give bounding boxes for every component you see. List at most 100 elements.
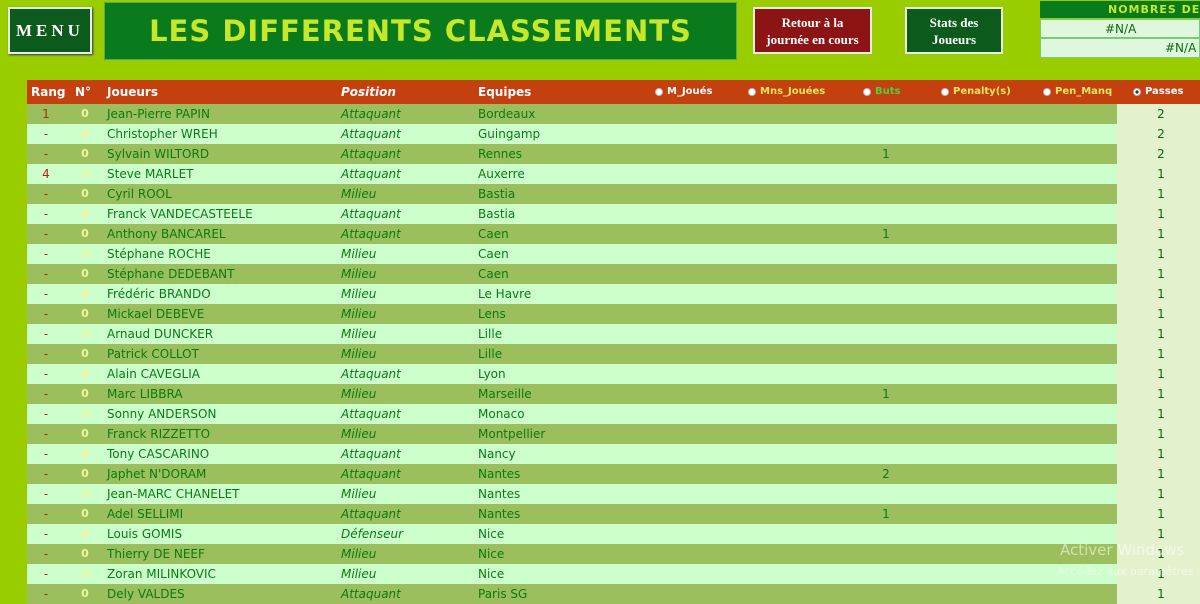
cell-position: Attaquant [341,587,401,601]
radio-icon[interactable] [863,88,871,96]
cell-equipe: Bordeaux [478,107,536,121]
cell-equipe: Lyon [478,367,506,381]
col-position-header: Position [341,85,396,99]
table-row[interactable]: -0 Thierry DE NEEF Milieu Nice 1 [27,544,1200,564]
cell-equipe: Nice [478,527,505,541]
sort-option-m-jou-s[interactable]: M_Joués [655,80,712,104]
cell-num: 0 [81,367,89,380]
cell-num: 0 [81,447,89,460]
nombres-header: NOMBRES DE [1040,1,1200,18]
table-row[interactable]: - 0 Stéphane DEDEBANT Milieu Caen 1 [27,264,1200,284]
col-num-header: N° [75,85,92,99]
retour-journee-button[interactable]: Retour à la journée en cours [753,7,872,54]
table-row[interactable]: - 0 Mickael DEBEVE Milieu Lens 1 [27,304,1200,324]
table-row[interactable]: -0 Louis GOMIS Défenseur Nice 1 [27,524,1200,544]
cell-position: Attaquant [341,507,401,521]
radio-icon[interactable] [748,88,756,96]
cell-num: 0 [81,287,89,300]
table-row[interactable]: 4 0 Steve MARLET Attaquant Auxerre 1 [27,164,1200,184]
cell-num: 0 [81,387,89,400]
cell-joueur: Marc LIBBRA [107,387,183,401]
table-row[interactable]: - 0 Cyril ROOL Milieu Bastia 1 [27,184,1200,204]
cell-joueur: Louis GOMIS [107,527,183,541]
cell-joueur: Tony CASCARINO [107,447,210,461]
table-row[interactable]: - 0 Franck RIZZETTO Milieu Montpellier 1 [27,424,1200,444]
table-row[interactable]: - 0 Arnaud DUNCKER Milieu Lille 1 [27,324,1200,344]
cell-position: Milieu [341,427,377,441]
table-row[interactable]: - 0 Patrick COLLOT Milieu Lille 1 [27,344,1200,364]
table-row[interactable]: - 0 Marc LIBBRA Milieu Marseille 1 1 [27,384,1200,404]
table-row[interactable]: - 0 Franck VANDECASTEELE Attaquant Bastia 1 [27,204,1200,224]
cell-rang: 1 [42,107,50,121]
cell-equipe: Nancy [478,447,516,461]
table-row[interactable]: - 0 Jean-MARC CHANELET Milieu Nantes 1 [27,484,1200,504]
nombres-value-2[interactable]: #N/A [1040,38,1200,58]
cell-num: 0 [81,307,89,320]
cell-position: Attaquant [341,127,401,141]
cell-joueur: Anthony BANCAREL [107,227,226,241]
table-row[interactable]: - 0 Dely VALDES Attaquant Paris SG 1 [27,584,1200,604]
sort-option-buts[interactable]: Buts [863,80,900,104]
cell-position: Milieu [341,567,377,581]
sort-option-passes[interactable]: Passes [1133,80,1183,104]
cell-num: 0 [81,467,89,480]
cell-passes: 1 [1157,187,1165,201]
cell-passes: 2 [1157,107,1165,121]
cell-joueur: Stéphane DEDEBANT [107,267,235,281]
table-row[interactable]: - 0 Sylvain WILTORD Attaquant Rennes 1 2 [27,144,1200,164]
radio-icon[interactable] [1133,88,1141,96]
table-row[interactable]: 1 0 Jean-Pierre PAPIN Attaquant Bordeaux 2 [27,104,1200,124]
cell-buts: 1 [882,507,890,521]
cell-joueur: Sonny ANDERSON [107,407,217,421]
cell-num: 0 [81,567,89,580]
cell-position: Milieu [341,187,377,201]
cell-rang: - [43,307,49,321]
cell-num: 0 [81,407,89,420]
cell-passes: 1 [1157,367,1165,381]
sort-option-mns-jou-es[interactable]: Mns_Jouées [748,80,825,104]
cell-rang: - [43,527,49,541]
sort-option-label: Passes [1145,86,1184,97]
table-row[interactable]: - 0 Japhet N'DORAM Attaquant Nantes 2 1 [27,464,1200,484]
cell-passes: 2 [1157,127,1165,141]
menu-button[interactable]: MENU [8,7,92,54]
table-row[interactable]: - 0 Frédéric BRANDO Milieu Le Havre 1 [27,284,1200,304]
table-row[interactable]: - 0 Christopher WREH Attaquant Guingamp 2 [27,124,1200,144]
cell-joueur: Sylvain WILTORD [107,147,210,161]
table-row[interactable]: - 0 Alain CAVEGLIA Attaquant Lyon 1 [27,364,1200,384]
cell-rang: - [43,287,49,301]
cell-buts: 1 [882,387,890,401]
cell-position: Attaquant [341,167,401,181]
nombres-value-1[interactable]: #N/A [1040,19,1200,38]
cell-passes: 1 [1157,287,1165,301]
cell-passes: 1 [1157,247,1165,261]
cell-equipe: Bastia [478,207,516,221]
table-row[interactable]: - 0 Adel SELLIMI Attaquant Nantes 1 1 [27,504,1200,524]
cell-equipe: Montpellier [478,427,546,441]
cell-num: 0 [81,247,89,260]
cell-num: 0 [81,267,89,280]
stats-joueurs-button[interactable]: Stats des Joueurs [905,7,1003,54]
table-row[interactable]: - 0 Anthony BANCAREL Attaquant Caen 1 1 [27,224,1200,244]
cell-rang: - [43,507,49,521]
sort-option-penalty-s[interactable]: Penalty(s) [941,80,1011,104]
radio-icon[interactable] [1043,88,1051,96]
table-row[interactable]: -0 Zoran MILINKOVIC Milieu Nice 1 [27,564,1200,584]
cell-position: Milieu [341,287,377,301]
table-row[interactable]: - 0 Tony CASCARINO Attaquant Nancy 1 [27,444,1200,464]
cell-joueur: Jean-MARC CHANELET [107,487,240,501]
cell-rang: - [43,127,49,141]
sort-option-label: Penalty(s) [953,86,1011,97]
table-row[interactable]: - 0 Sonny ANDERSON Attaquant Monaco 1 [27,404,1200,424]
cell-passes: 1 [1157,407,1165,421]
watermark-line-1: Activer Windows [1060,541,1185,559]
cell-num: 0 [81,167,89,180]
radio-icon[interactable] [941,88,949,96]
row-band [27,524,1117,544]
sort-option-label: Mns_Jouées [760,86,826,97]
radio-icon[interactable] [655,88,663,96]
sort-option-pen-manq[interactable]: Pen_Manq [1043,80,1112,104]
table-row[interactable]: - 0 Stéphane ROCHE Milieu Caen 1 [27,244,1200,264]
cell-equipe: Nantes [478,507,521,521]
cell-passes: 1 [1157,427,1165,441]
